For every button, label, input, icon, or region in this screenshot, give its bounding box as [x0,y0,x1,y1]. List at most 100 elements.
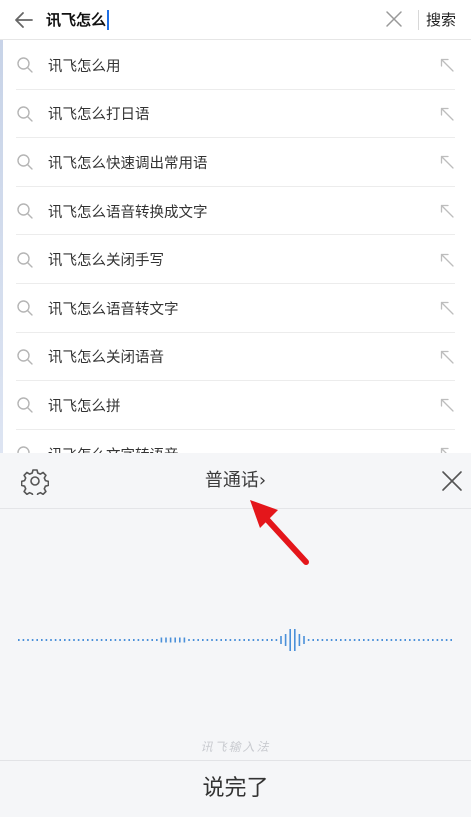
waveform-bar [243,639,245,641]
suggestion-label: 讯飞怎么用 [48,58,121,75]
waveform-bar [271,639,273,641]
waveform-bar [119,639,121,641]
divider [418,10,419,30]
arrow-up-left-icon[interactable] [439,106,455,122]
waveform-bar [192,639,195,641]
suggestion-label: 讯飞怎么快速调出常用语 [48,155,208,172]
waveform-bar [206,639,209,641]
waveform-bar [36,639,38,641]
waveform-bar [225,639,227,641]
waveform-bar [312,639,314,641]
language-selector[interactable]: 普通话› [0,467,471,495]
waveform-bar [326,639,328,641]
suggestion-item[interactable]: 讯飞怎么用 [0,41,471,90]
waveform-bar [363,639,365,641]
suggestion-item[interactable]: 讯飞怎么文字转语音 [0,430,471,453]
waveform-bar [151,639,153,641]
waveform-bar [376,639,379,641]
waveform-bar [386,639,388,641]
done-speaking-button[interactable]: 说完了 [0,761,471,817]
suggestion-item[interactable]: 讯飞怎么拼 [0,381,471,430]
waveform-bar [87,639,89,641]
arrow-up-left-icon[interactable] [439,446,455,453]
waveform-bar [252,639,255,641]
waveform-bar [399,639,402,641]
suggestion-label: 讯飞怎么打日语 [48,107,150,124]
arrow-up-left-icon[interactable] [439,349,455,365]
search-button[interactable]: 搜索 [426,6,456,34]
arrow-up-left-icon[interactable] [439,397,455,413]
waveform-bar [303,636,305,644]
waveform-bar [123,639,126,641]
suggestion-label: 讯飞怎么拼 [48,398,121,415]
waveform-bar [45,639,48,641]
suggestion-item[interactable]: 讯飞怎么快速调出常用语 [0,138,471,187]
arrow-up-left-icon[interactable] [439,252,455,268]
search-icon [17,446,30,453]
ime-watermark: 讯飞输入法 [200,740,271,754]
waveform-bar [105,639,107,641]
waveform-bar [183,637,186,643]
waveform-bar [422,639,425,641]
waveform-bar [248,639,250,641]
suggestion-item[interactable]: 讯飞怎么关闭语音 [0,333,471,382]
waveform-bar [142,639,144,641]
suggestion-label: 讯飞怎么文字转语音 [48,444,179,453]
waveform-bar [215,639,218,641]
waveform-bar [321,639,324,641]
waveform-bar [284,634,287,646]
waveform-bar [261,639,264,641]
waveform-bar [381,639,383,641]
waveform-bar [372,639,374,641]
waveform-bar [31,639,34,641]
waveform-bar [289,629,291,651]
waveform-bar [110,639,112,641]
suggestion-label: 讯飞怎么语音转换成文字 [48,204,208,221]
waveform-bar [427,639,429,641]
clear-icon[interactable] [384,9,404,29]
waveform-bar [266,639,268,641]
search-input[interactable]: 讯飞怎么 [46,6,366,34]
arrow-up-left-icon[interactable] [439,203,455,219]
close-icon[interactable] [440,469,464,493]
waveform-bar [445,639,448,641]
waveform-bar [82,639,84,641]
arrow-up-left-icon[interactable] [439,57,455,73]
waveform-bar [330,639,333,641]
search-icon [17,154,33,171]
suggestion-item[interactable]: 讯飞怎么关闭手写 [0,235,471,284]
waveform-bar [133,639,135,641]
voice-waveform [18,629,452,651]
waveform-bar [450,639,452,641]
waveform-bar [160,637,163,643]
waveform-bar [128,639,130,641]
waveform-bar [294,629,296,651]
waveform-bar [358,639,360,641]
arrow-up-left-icon[interactable] [439,154,455,170]
waveform-bar [409,639,411,641]
waveform-bar [220,639,222,641]
suggestion-item[interactable]: 讯飞怎么语音转换成文字 [0,187,471,236]
arrow-up-left-icon[interactable] [439,300,455,316]
back-arrow-icon[interactable] [12,8,36,32]
waveform-bar [413,639,416,641]
waveform-bar [353,639,356,641]
waveform-bar [165,637,167,643]
waveform-bar [179,637,181,643]
waveform-bar [197,639,199,641]
waveform-bar [317,639,319,641]
suggestion-label: 讯飞怎么关闭手写 [48,253,164,270]
waveform-bar [298,634,301,646]
waveform-bar [390,639,393,641]
waveform-bar [280,636,282,644]
suggestion-item[interactable]: 讯飞怎么打日语 [0,90,471,139]
waveform-bar [436,639,439,641]
waveform-bar [64,639,66,641]
suggestion-item[interactable]: 讯飞怎么语音转文字 [0,284,471,333]
waveform-bar [275,639,278,641]
search-bar: 讯飞怎么 搜索 [0,0,471,40]
waveform-bar [114,639,117,641]
waveform-bar [335,639,337,641]
voice-panel-header: 普通话› [0,453,471,509]
waveform-bar [340,639,342,641]
